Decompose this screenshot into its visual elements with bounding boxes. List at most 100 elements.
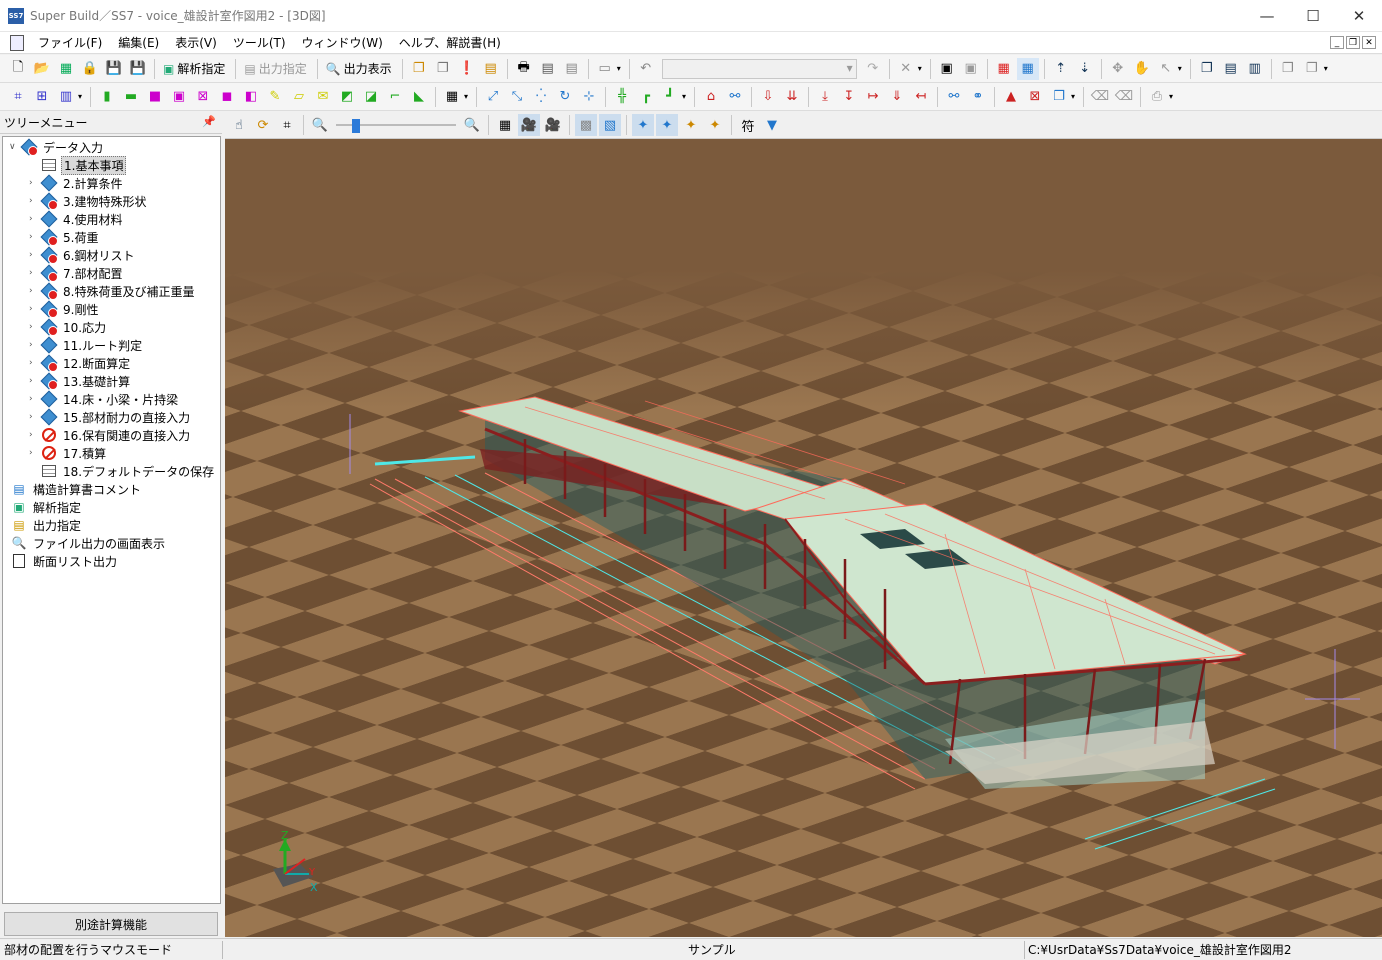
slab-icon[interactable]: ▣ xyxy=(168,86,190,108)
report-icon[interactable]: ▤ xyxy=(480,58,502,80)
cantilever-icon[interactable]: ◩ xyxy=(336,86,358,108)
column-list-icon[interactable]: ▥ xyxy=(55,86,77,108)
menu-edit[interactable]: 編集(E) xyxy=(110,34,167,51)
display-options-icon[interactable]: ▭ xyxy=(594,58,616,80)
box-member-icon[interactable]: ◼ xyxy=(216,86,238,108)
minimize-button[interactable]: — xyxy=(1244,0,1290,32)
light-3-icon[interactable]: ✦ xyxy=(680,114,702,136)
tree-item-1[interactable]: 1.基本事項 xyxy=(29,155,127,175)
film-icon[interactable]: ▦ xyxy=(494,114,516,136)
frame-view-icon[interactable]: ▣ xyxy=(936,58,958,80)
symbol-toggle-button[interactable]: 符 xyxy=(737,114,759,136)
eraser-2-icon[interactable]: ⌫ xyxy=(1113,86,1135,108)
tree-item-4[interactable]: › 4.使用材料 xyxy=(29,210,124,228)
camera-icon[interactable]: 🎥 xyxy=(518,114,540,136)
expand-icon[interactable]: › xyxy=(29,394,41,404)
tree-file-output-view[interactable]: 🔍 ファイル出力の画面表示 xyxy=(11,534,167,552)
alert-list-icon[interactable]: ❗ xyxy=(456,58,478,80)
expand-icon[interactable]: › xyxy=(29,358,41,368)
tile-vertical-icon[interactable]: ▥ xyxy=(1244,58,1266,80)
pointer-icon[interactable]: ↖ xyxy=(1155,58,1177,80)
expand-icon[interactable]: › xyxy=(29,286,41,296)
load-down-icon[interactable]: ⇩ xyxy=(757,86,779,108)
delete-icon[interactable]: ✕ xyxy=(895,58,917,80)
support-icon[interactable]: ┛ xyxy=(659,86,681,108)
chain-h-icon[interactable]: ⚯ xyxy=(943,86,965,108)
copy-window-icon[interactable]: ❐ xyxy=(408,58,430,80)
expand-icon[interactable]: › xyxy=(29,304,41,314)
tile-horizontal-icon[interactable]: ▤ xyxy=(1220,58,1242,80)
maximize-button[interactable]: ☐ xyxy=(1290,0,1336,32)
node-link-icon[interactable]: ⤢ xyxy=(482,86,504,108)
tree-item-2[interactable]: › 2.計算条件 xyxy=(29,174,124,192)
foundation-icon[interactable]: ◣ xyxy=(408,86,430,108)
expand-icon[interactable]: › xyxy=(29,232,41,242)
zoom-in-icon[interactable]: 🔍 xyxy=(461,114,483,136)
open-folder-icon[interactable]: 📂 xyxy=(31,58,53,80)
tree-item-7[interactable]: › 7.部材配置 xyxy=(29,264,124,282)
tree-item-10[interactable]: › 10.応力 xyxy=(29,318,108,336)
menu-tools[interactable]: ツール(T) xyxy=(225,34,294,51)
menu-window[interactable]: ウィンドウ(W) xyxy=(294,34,391,51)
tree-item-17[interactable]: › 17.積算 xyxy=(29,444,108,462)
collapse-icon[interactable]: ∨ xyxy=(9,142,21,152)
window-list-icon[interactable]: ❐ xyxy=(1196,58,1218,80)
light-1-icon[interactable]: ✦ xyxy=(632,114,654,136)
node-move-icon[interactable]: ⤡ xyxy=(506,86,528,108)
corner-icon[interactable]: ┏ xyxy=(635,86,657,108)
cross-box-icon[interactable]: ⊠ xyxy=(1024,86,1046,108)
column-icon[interactable]: ▮ xyxy=(96,86,118,108)
expand-icon[interactable]: › xyxy=(29,430,41,440)
print-icon[interactable]: 🖶 xyxy=(513,58,535,80)
menu-file[interactable]: ファイル(F) xyxy=(30,34,110,51)
tree-item-14[interactable]: › 14.床・小梁・片持梁 xyxy=(29,390,180,408)
house-icon[interactable]: ⌂ xyxy=(700,86,722,108)
tree-item-12[interactable]: › 12.断面算定 xyxy=(29,354,132,372)
expand-icon[interactable]: › xyxy=(29,178,41,188)
tree-analysis-spec[interactable]: ▣ 解析指定 xyxy=(11,498,83,516)
new-file-icon[interactable]: 🗋 xyxy=(7,58,29,80)
tree-item-9[interactable]: › 9.剛性 xyxy=(29,300,100,318)
load-double-icon[interactable]: ⇊ xyxy=(781,86,803,108)
plate-icon[interactable]: ▱ xyxy=(288,86,310,108)
load-point-icon[interactable]: ⤓ xyxy=(814,86,836,108)
tree-item-18[interactable]: 18.デフォルトデータの保存 xyxy=(29,462,216,480)
joint-icon[interactable]: ╬ xyxy=(611,86,633,108)
save-as-icon[interactable]: 💾 xyxy=(127,58,149,80)
video-camera-icon[interactable]: 🎥 xyxy=(542,114,564,136)
print-preview-icon[interactable]: ▤ xyxy=(537,58,559,80)
pencil-icon[interactable]: ✎ xyxy=(264,86,286,108)
structure-plan-icon[interactable]: ⌗ xyxy=(7,86,29,108)
zoom-slider-thumb[interactable] xyxy=(352,119,360,133)
pan-hand-icon[interactable]: ✋ xyxy=(1131,58,1153,80)
save-icon[interactable]: 💾 xyxy=(103,58,125,80)
tree-item-13[interactable]: › 13.基礎計算 xyxy=(29,372,132,390)
tree-structure-comment[interactable]: ▤ 構造計算書コメント xyxy=(11,480,143,498)
tree-item-8[interactable]: › 8.特殊荷重及び補正重量 xyxy=(29,282,196,300)
menu-view[interactable]: 表示(V) xyxy=(167,34,225,51)
frame-view-2-icon[interactable]: ▣ xyxy=(960,58,982,80)
grid-red-icon[interactable]: ▦ xyxy=(993,58,1015,80)
expand-icon[interactable]: › xyxy=(29,214,41,224)
menu-help[interactable]: ヘルプ、解説書(H) xyxy=(391,34,509,51)
node-grid-icon[interactable]: ⊹ xyxy=(578,86,600,108)
zoom-slider[interactable] xyxy=(336,115,456,135)
tree-item-6[interactable]: › 6.鋼材リスト xyxy=(29,246,136,264)
analysis-spec-button[interactable]: ▣ 解析指定 xyxy=(159,58,231,80)
open-data-icon[interactable]: ▦ xyxy=(55,58,77,80)
expand-icon[interactable]: › xyxy=(29,376,41,386)
hand-select-icon[interactable]: ☝ xyxy=(228,114,250,136)
document-icon[interactable] xyxy=(10,34,24,51)
close-button[interactable]: ✕ xyxy=(1336,0,1382,32)
rotate-view-icon[interactable]: ⟳ xyxy=(252,114,274,136)
expand-icon[interactable]: › xyxy=(29,340,41,350)
frame-elevation-icon[interactable]: ⊞ xyxy=(31,86,53,108)
grid-pattern-icon[interactable]: ▦ xyxy=(441,86,463,108)
move-icon[interactable]: ✥ xyxy=(1107,58,1129,80)
expand-icon[interactable]: › xyxy=(29,412,41,422)
tree-root-data-input[interactable]: ∨ データ入力 xyxy=(9,138,105,156)
load-arrow-down-icon[interactable]: ↧ xyxy=(838,86,860,108)
brace-icon[interactable]: ⊠ xyxy=(192,86,214,108)
filter-icon[interactable]: ▼ xyxy=(761,114,783,136)
step-icon[interactable]: ⌐ xyxy=(384,86,406,108)
